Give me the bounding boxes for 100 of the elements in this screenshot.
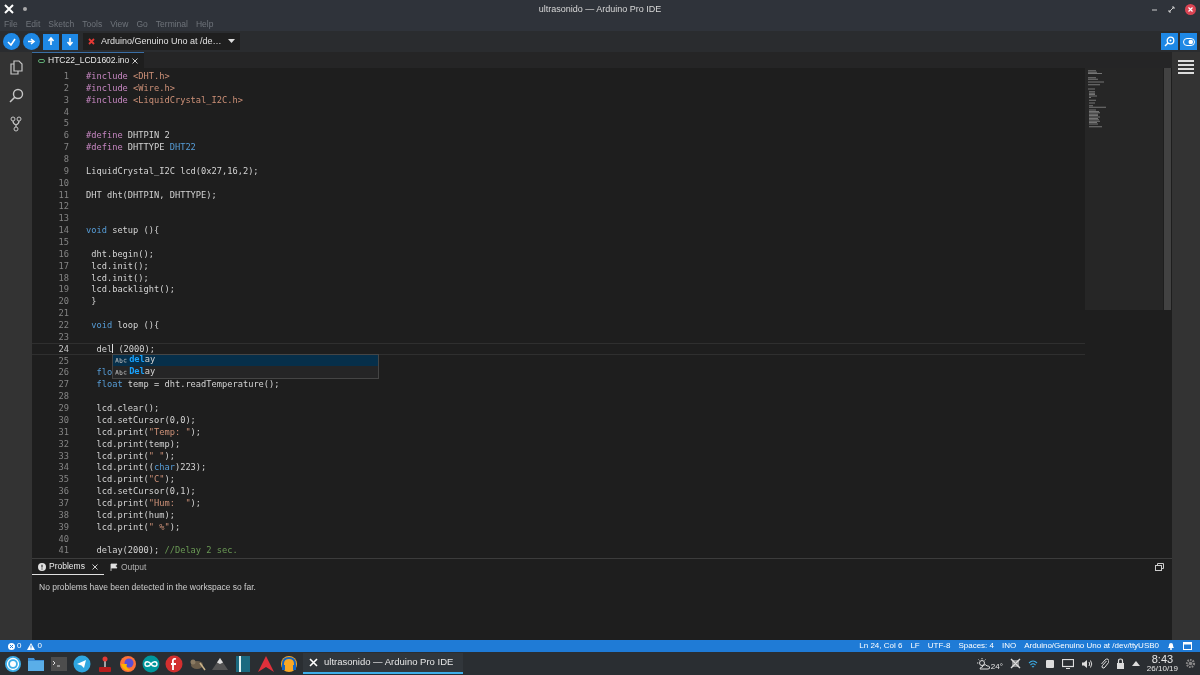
globe-icon[interactable] — [119, 654, 137, 673]
line-number: 19 — [57, 284, 69, 295]
code-line: lcd.init(); — [90, 272, 149, 283]
panel-tab[interactable]: Output — [103, 559, 153, 575]
weather-icon[interactable] — [975, 657, 990, 670]
code-line: delay(2000); //Delay 2 sec. — [95, 545, 238, 556]
upload-up-button[interactable] — [43, 33, 59, 50]
clock-time[interactable]: 8:43 — [1151, 654, 1174, 665]
code-line: del — [95, 343, 113, 354]
code-line: lcd.print(" %"); — [95, 521, 181, 532]
serial-monitor-button[interactable] — [1180, 33, 1197, 50]
monitor-icon[interactable] — [1061, 658, 1074, 669]
cross-icon[interactable] — [4, 4, 14, 14]
close-icon[interactable] — [91, 563, 98, 570]
code-line: lcd.print("C"); — [95, 474, 175, 485]
joystick-icon[interactable] — [96, 654, 114, 673]
crossed-network-icon[interactable] — [1009, 658, 1021, 669]
line-number: 35 — [57, 474, 69, 485]
suggestion-item[interactable]: Delay — [113, 366, 379, 378]
line-number: 3 — [62, 94, 69, 105]
line-number: 15 — [57, 237, 69, 247]
infinity-icon[interactable] — [142, 654, 160, 673]
menu-item[interactable]: Terminal — [155, 18, 188, 31]
serial-plotter-button[interactable] — [1161, 33, 1178, 50]
book-icon[interactable] — [234, 654, 252, 673]
taskbar-window[interactable]: ultrasonido — Arduino Pro IDE — [303, 653, 463, 674]
error-icon[interactable] — [8, 642, 15, 650]
info-icon — [38, 562, 46, 571]
search-icon[interactable] — [8, 88, 24, 103]
terminal-icon[interactable] — [50, 654, 68, 673]
line-number: 25 — [57, 355, 69, 366]
line-number: 29 — [57, 403, 69, 413]
status-item[interactable]: LF — [910, 640, 920, 652]
code-line: #include <LiquidCrystal_I2C.h> — [86, 94, 243, 105]
maximize-panel-icon[interactable] — [1155, 563, 1164, 571]
caret-up-icon[interactable] — [1131, 661, 1140, 666]
panel-tab[interactable]: Problems — [32, 559, 104, 575]
line-number: 2 — [62, 82, 69, 93]
search-icon — [1164, 36, 1175, 47]
caret-icon — [227, 39, 235, 44]
error-count[interactable]: 0 — [17, 640, 22, 652]
line-number: 1 — [62, 71, 69, 81]
code-line: } — [90, 296, 97, 307]
gear-icon[interactable] — [1185, 658, 1196, 669]
headphones-icon[interactable] — [280, 654, 298, 673]
status-item[interactable]: Arduino/Genuino Uno at /dev/ttyUSB0 — [1024, 640, 1159, 652]
code-line: lcd.setCursor(0,0); — [95, 414, 196, 425]
status-item[interactable]: UTF-8 — [927, 640, 951, 652]
warning-icon[interactable] — [27, 642, 36, 650]
maximize-icon[interactable] — [1168, 5, 1175, 13]
check-icon — [7, 37, 16, 46]
speaker-icon[interactable] — [1080, 658, 1093, 669]
outline-icon[interactable] — [1178, 60, 1194, 74]
bell-icon[interactable] — [1167, 642, 1175, 650]
launcher-icon[interactable] — [4, 654, 22, 673]
scrollbar-thumb[interactable] — [1164, 68, 1171, 310]
menu-item[interactable]: File — [4, 18, 18, 31]
wifi-icon[interactable] — [1027, 658, 1038, 669]
code-line: lcd.print(temp); — [95, 438, 181, 449]
status-item[interactable]: INO — [1002, 640, 1017, 652]
swirl-icon[interactable] — [165, 654, 183, 673]
clock-date[interactable]: 26/10/19 — [1146, 665, 1178, 673]
temperature-label: 24° — [990, 661, 1003, 673]
close-icon[interactable] — [132, 57, 139, 64]
chip-icon[interactable] — [1044, 658, 1055, 669]
status-item[interactable]: Spaces: 4 — [958, 640, 994, 652]
line-number: 27 — [57, 379, 69, 390]
panel-icon[interactable] — [1183, 642, 1192, 650]
paper-plane-icon[interactable] — [73, 654, 91, 673]
text-icon — [115, 368, 128, 375]
warning-count[interactable]: 0 — [37, 640, 42, 652]
line-number: 39 — [57, 521, 69, 532]
lock-icon[interactable] — [1115, 658, 1125, 669]
editor-tab[interactable]: HTC22_LCD1602.ino — [32, 52, 145, 68]
code-line: (2000); — [117, 343, 155, 354]
line-number: 12 — [57, 201, 69, 212]
paperclip-icon[interactable] — [1099, 658, 1109, 669]
text-icon — [115, 357, 128, 364]
status-item[interactable]: Ln 24, Col 6 — [859, 640, 903, 652]
line-number: 10 — [57, 177, 69, 188]
line-number: 4 — [62, 106, 69, 117]
line-number: 16 — [57, 248, 69, 259]
code-line: #define DHTPIN 2 — [86, 130, 170, 141]
code-line: lcd.print("Temp: "); — [95, 426, 202, 437]
line-number: 7 — [62, 142, 69, 152]
close-icon[interactable] — [1185, 3, 1196, 15]
text-cursor — [112, 344, 114, 354]
files-icon[interactable] — [9, 60, 23, 75]
line-number: 30 — [57, 414, 69, 425]
window-title: ultrasonido — Arduino Pro IDE — [538, 3, 662, 16]
dot-icon[interactable] — [23, 7, 27, 11]
line-number: 33 — [57, 450, 69, 461]
verify-button[interactable] — [3, 33, 20, 50]
suggestion-item[interactable]: delay — [113, 354, 379, 367]
menu-item[interactable]: Tools — [82, 18, 103, 31]
line-number: 6 — [62, 130, 69, 141]
download-button[interactable] — [62, 33, 78, 50]
triangle-icon[interactable] — [257, 654, 275, 673]
branch-icon[interactable] — [10, 116, 22, 132]
upload-button[interactable] — [23, 33, 40, 50]
